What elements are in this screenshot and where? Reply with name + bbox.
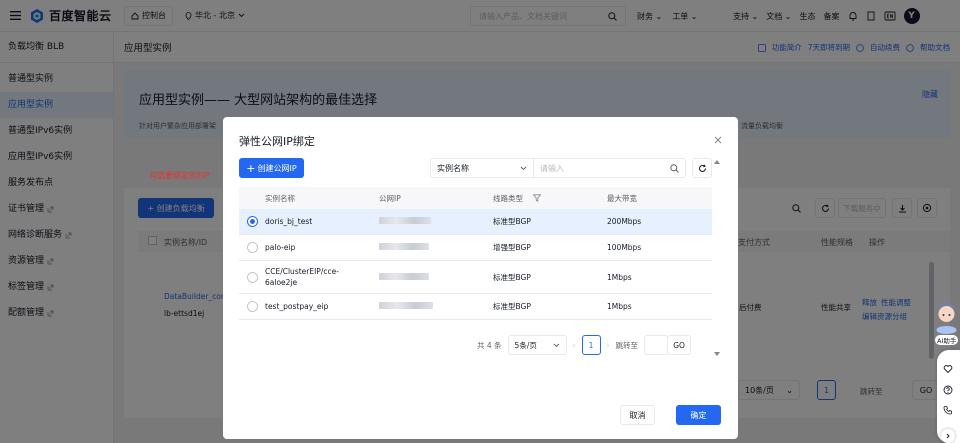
eip-table: 实例名称 公网IP 线路类型 最大带宽 doris_bj_test 标准型BGP…	[239, 187, 712, 320]
eip-line-type: 标准型BGP	[493, 217, 531, 226]
page-current[interactable]: 1	[581, 335, 601, 355]
row-radio[interactable]	[246, 271, 258, 283]
eip-table-header: 实例名称 公网IP 线路类型 最大带宽	[239, 187, 712, 209]
jump-input[interactable]	[644, 335, 669, 355]
floating-toolbar	[937, 350, 960, 443]
eip-line-type: 标准型BGP	[493, 302, 531, 311]
page-size-select[interactable]: 5条/页	[507, 335, 567, 355]
eip-bandwidth: 1Mbps	[607, 302, 632, 311]
create-eip-label: 创建公网IP	[257, 163, 297, 173]
filter-field-label: 实例名称	[437, 163, 469, 173]
filter-icon[interactable]	[533, 194, 541, 202]
help-icon[interactable]	[943, 385, 953, 395]
filter-input[interactable]: 请输入	[534, 163, 685, 174]
eip-bandwidth: 100Mbps	[607, 243, 642, 252]
heart-icon[interactable]	[943, 364, 953, 374]
eip-line-type: 标准型BGP	[493, 272, 531, 282]
ai-assistant[interactable]: AI助手	[933, 302, 960, 345]
chevron-down-icon	[553, 343, 559, 347]
public-ip-redacted	[379, 272, 429, 280]
close-icon[interactable]	[714, 136, 722, 144]
eip-name: CCE/ClusterEIP/cce-6aloe2je	[265, 267, 339, 287]
public-ip-redacted	[379, 243, 429, 250]
dialog-title: 弹性公网IP绑定	[239, 135, 315, 148]
eip-bind-dialog: 弹性公网IP绑定 + 创建公网IP 实例名称 请输入 实例名称 公网IP 线路类…	[223, 117, 738, 439]
table-row[interactable]: CCE/ClusterEIP/cce-6aloe2je 标准型BGP 1Mbps	[239, 261, 712, 294]
eip-name: test_postpay_eip	[265, 302, 329, 311]
eip-bandwidth: 1Mbps	[607, 272, 632, 282]
prev-page-icon[interactable]: ‹	[573, 341, 576, 350]
col-line-type: 线路类型	[493, 193, 523, 203]
public-ip-redacted	[379, 302, 433, 309]
row-radio[interactable]	[246, 242, 258, 253]
confirm-button[interactable]: 确定	[676, 405, 721, 425]
eip-line-type: 增强型BGP	[493, 243, 531, 252]
phone-icon[interactable]	[943, 405, 953, 415]
table-row[interactable]: doris_bj_test 标准型BGP 200Mbps	[239, 209, 712, 235]
jump-label: 跳转至	[615, 340, 639, 350]
public-ip-redacted	[379, 217, 431, 224]
filter-bar: 实例名称 请输入	[430, 158, 686, 178]
col-max-bandwidth: 最大带宽	[607, 193, 637, 203]
row-radio[interactable]	[246, 216, 258, 227]
col-public-ip: 公网IP	[379, 193, 401, 203]
search-icon[interactable]	[670, 163, 679, 173]
table-row[interactable]: test_postpay_eip 标准型BGP 1Mbps	[239, 294, 712, 320]
collapse-toolbar-icon[interactable]	[941, 429, 955, 443]
eip-name: palo-eip	[265, 243, 296, 252]
chevron-down-icon	[520, 166, 527, 170]
filter-field-select[interactable]: 实例名称	[431, 159, 534, 177]
plus-icon: +	[246, 161, 256, 175]
create-eip-button[interactable]: + 创建公网IP	[239, 158, 304, 178]
table-row[interactable]: palo-eip 增强型BGP 100Mbps	[239, 235, 712, 261]
cancel-button[interactable]: 取消	[620, 405, 655, 425]
col-eip-name: 实例名称	[265, 193, 295, 203]
total-count: 共 4 条	[477, 340, 502, 350]
annotation-text: 勾选要绑定的EIP	[149, 171, 210, 180]
refresh-icon[interactable]	[692, 158, 712, 178]
filter-placeholder: 请输入	[540, 163, 564, 173]
ai-assistant-avatar-icon	[936, 303, 957, 334]
page-size-label: 5条/页	[514, 340, 537, 350]
eip-name: doris_bj_test	[265, 217, 313, 226]
ai-assistant-label: AI助手	[935, 335, 959, 345]
row-radio[interactable]	[246, 301, 258, 312]
dialog-pagination: 共 4 条 5条/页 ‹ 1 › 跳转至 GO	[477, 335, 692, 355]
eip-bandwidth: 200Mbps	[607, 217, 642, 226]
next-page-icon[interactable]: ›	[607, 341, 610, 350]
dialog-scrollbar[interactable]	[712, 158, 722, 358]
go-button[interactable]: GO	[667, 335, 692, 355]
